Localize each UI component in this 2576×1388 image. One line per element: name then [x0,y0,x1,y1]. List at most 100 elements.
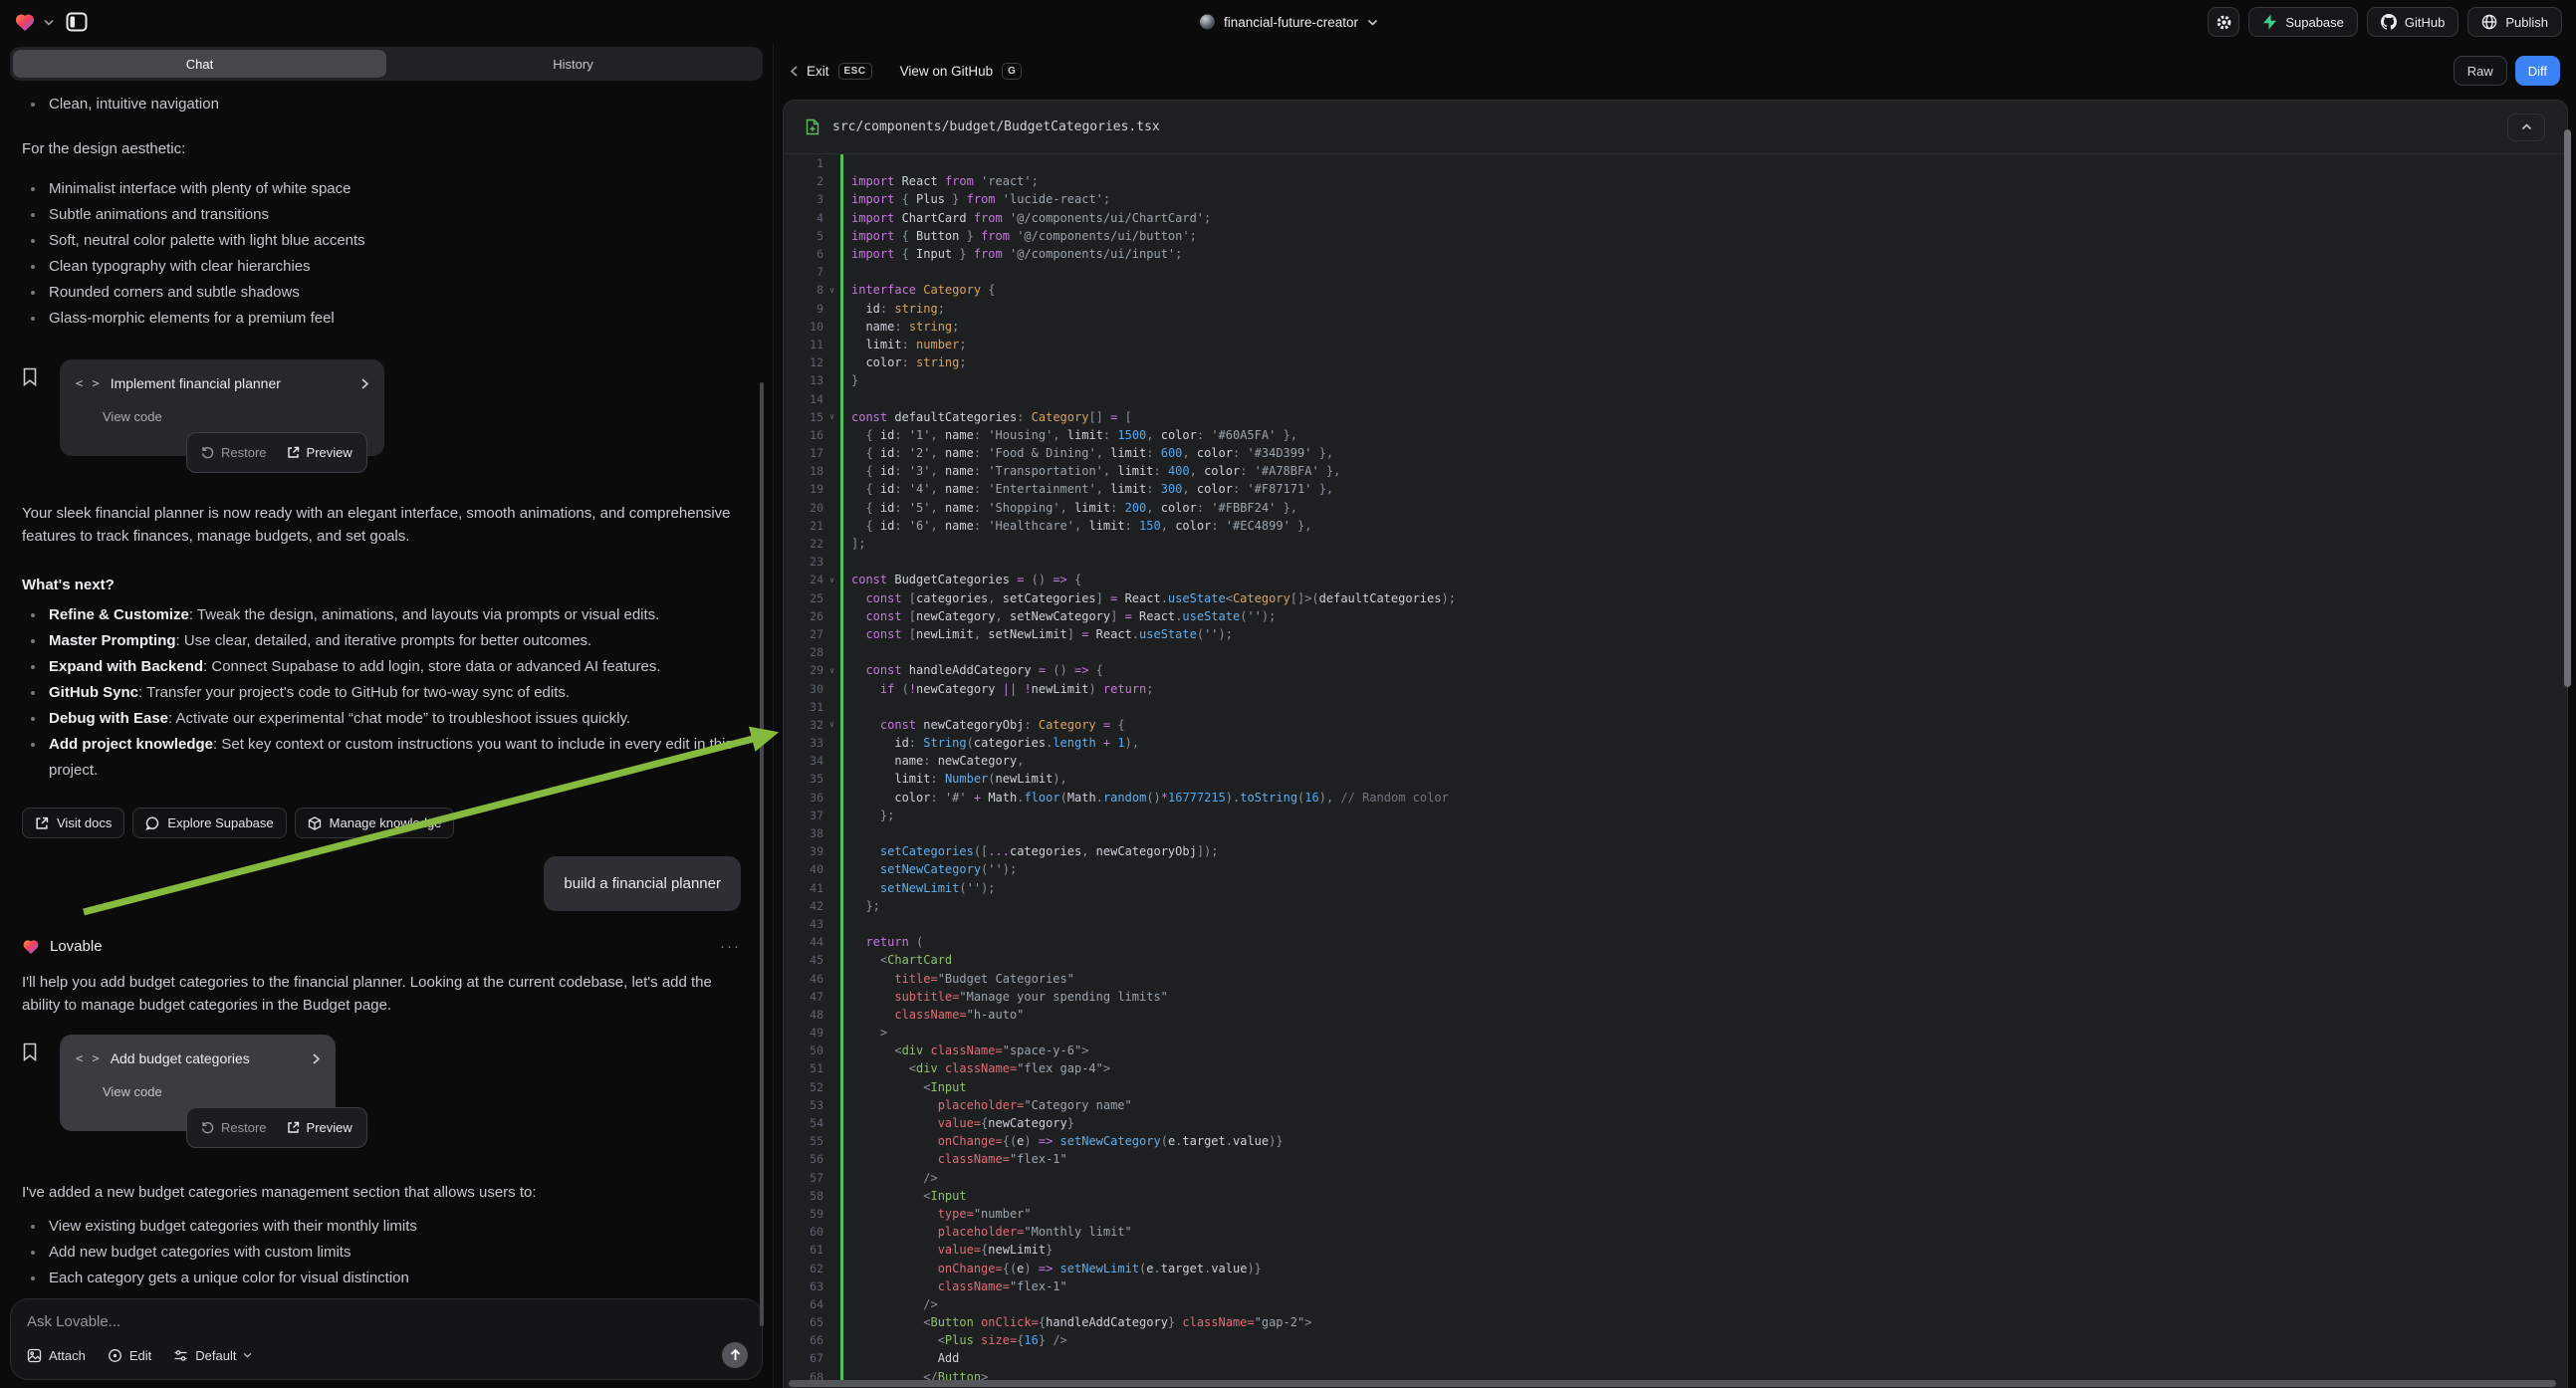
step-text: : Activate our experimental “chat mode” … [168,710,630,727]
step-label: Debug with Ease [49,710,168,727]
supabase-bolt-icon [2262,14,2277,30]
assistant-header: Lovable ··· [22,935,741,958]
sliders-icon [173,1348,188,1363]
user-message-1: build a financial planner [544,856,741,911]
list-item: Add new budget categories with custom li… [22,1240,741,1266]
attach-button[interactable]: Attach [27,1348,86,1363]
code-line: 27 const [newLimit, setNewLimit] = React… [784,625,2567,643]
tab-history[interactable]: History [386,50,760,78]
list-item: Subtle animations and transitions [22,202,741,228]
list-item: View existing budget categories with the… [22,1214,741,1240]
bookmark-icon[interactable] [22,367,38,386]
code-line: 14 [784,389,2567,407]
next-steps-list: Refine & Customize: Tweak the design, an… [22,602,741,784]
external-link-icon [35,816,49,830]
whats-next-heading: What's next? [22,574,741,596]
github-button[interactable]: GitHub [2367,7,2459,37]
list-item: Soft, neutral color palette with light b… [22,228,741,254]
external-link-icon [287,446,300,459]
collapse-file-button[interactable] [2507,114,2545,141]
step-text: : Use clear, detailed, and iterative pro… [176,632,592,649]
diff-toggle-button[interactable]: Diff [2515,56,2560,86]
restore-preview-toolbar: Restore Preview [186,432,367,473]
sidebar-toggle-icon[interactable] [62,7,92,37]
exit-label: Exit [807,64,829,79]
code-line: 26 const [newCategory, setNewCategory] =… [784,607,2567,625]
prompt-input[interactable] [27,1313,746,1330]
manage-knowledge-button[interactable]: Manage knowledge [295,808,455,838]
code-line: 5import { Button } from '@/components/ui… [784,227,2567,245]
preview-button[interactable]: Preview [287,1116,352,1139]
code-line: 51 <div className="flex gap-4"> [784,1059,2567,1077]
chevron-up-icon [2521,123,2532,130]
list-item: Debug with Ease: Activate our experiment… [22,706,741,732]
view-on-github-button[interactable]: View on GitHub G [900,63,1023,80]
code-line: 8∨interface Category { [784,281,2567,299]
code-lines[interactable]: 12import React from 'react';3import { Pl… [784,154,2567,1386]
publish-button[interactable]: Publish [2467,7,2562,37]
github-label: GitHub [2405,15,2445,30]
code-line: 38 [784,824,2567,842]
code-vertical-scrollbar[interactable] [2564,129,2571,687]
code-icon: < > [76,372,101,395]
added-bullet-list: View existing budget categories with the… [22,1214,741,1290]
manage-knowledge-label: Manage knowledge [330,811,442,834]
lovable-logo-heart-icon[interactable] [14,12,36,32]
code-line: 34 name: newCategory, [784,752,2567,770]
mode-selector[interactable]: Default [173,1348,252,1363]
code-horizontal-scrollbar[interactable] [789,1380,2556,1387]
ready-paragraph: Your sleek financial planner is now read… [22,502,741,548]
list-item: Each category gets a unique color for vi… [22,1266,741,1290]
file-header[interactable]: src/components/budget/BudgetCategories.t… [784,101,2567,154]
step-label: GitHub Sync [49,684,138,701]
raw-toggle-button[interactable]: Raw [2454,56,2507,86]
explore-supabase-button[interactable]: Explore Supabase [132,808,286,838]
code-line: 31 [784,698,2567,716]
chat-history-tabs: Chat History [10,47,763,81]
code-line: 37 }; [784,807,2567,824]
code-line: 10 name: string; [784,318,2567,336]
code-line: 24∨const BudgetCategories = () => { [784,571,2567,588]
code-editor-card: src/components/budget/BudgetCategories.t… [783,100,2568,1388]
bookmark-icon[interactable] [22,1042,38,1061]
step-text: : Tweak the design, animations, and layo… [189,606,659,623]
gear-icon [2216,14,2232,31]
code-line: 19 { id: '4', name: 'Entertainment', lim… [784,480,2567,498]
chat-scroll-area[interactable]: Clean, intuitive navigation For the desi… [0,84,763,1290]
code-line: 40 setNewCategory(''); [784,860,2567,878]
project-switcher[interactable]: financial-future-creator [1199,0,1377,44]
view-code-link[interactable]: View code [103,405,368,428]
logo-chevron-down-icon[interactable] [44,19,54,26]
restore-button[interactable]: Restore [201,441,267,464]
attach-label: Attach [49,1348,86,1363]
code-line: 56 className="flex-1" [784,1150,2567,1168]
code-line: 32∨ const newCategoryObj: Category = { [784,716,2567,734]
list-item: Rounded corners and subtle shadows [22,280,741,306]
edit-button[interactable]: Edit [108,1348,151,1363]
message-menu-icon[interactable]: ··· [720,935,741,958]
supabase-button[interactable]: Supabase [2248,7,2358,37]
target-icon [108,1348,122,1363]
chevron-down-icon [243,1352,252,1358]
restore-icon [201,446,214,459]
chat-scrollbar[interactable] [760,382,764,1326]
code-line: 18 { id: '3', name: 'Transportation', li… [784,462,2567,480]
code-line: 15∨const defaultCategories: Category[] =… [784,408,2567,426]
external-link-icon [287,1121,300,1134]
lovable-heart-icon [22,938,40,955]
github-icon [2381,14,2397,30]
code-line: 25 const [categories, setCategories] = R… [784,589,2567,607]
view-code-link[interactable]: View code [103,1080,320,1103]
visit-docs-button[interactable]: Visit docs [22,808,124,838]
send-button[interactable] [722,1342,748,1368]
exit-button[interactable]: Exit ESC [791,63,872,80]
tab-chat[interactable]: Chat [13,50,386,78]
arrow-up-icon [730,1349,741,1361]
top-bar: financial-future-creator Supabase GitHub [0,0,2576,44]
settings-button[interactable] [2208,7,2239,37]
mode-label: Default [195,1348,236,1363]
restore-button[interactable]: Restore [201,1116,267,1139]
code-line: 58 <Input [784,1187,2567,1205]
preview-button[interactable]: Preview [287,441,352,464]
version-card-2-wrap: < > Add budget categories View code Rest… [60,1035,741,1131]
